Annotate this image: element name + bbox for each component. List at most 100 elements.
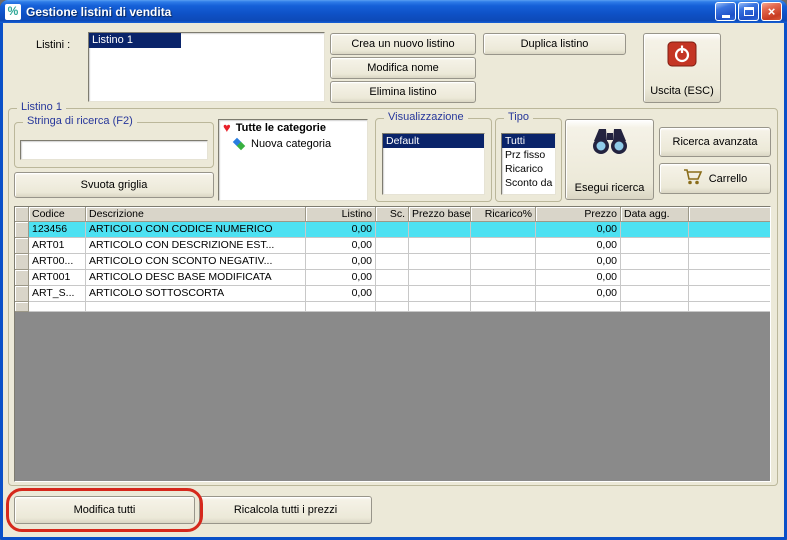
- cell-listino[interactable]: 0,00: [306, 222, 376, 238]
- cell-prezzo-base[interactable]: [409, 238, 471, 254]
- cell-sc[interactable]: [376, 222, 409, 238]
- heart-icon: ♥: [223, 120, 231, 135]
- column-header-ricarico[interactable]: Ricarico%: [471, 207, 536, 222]
- crea-nuovo-listino-button[interactable]: Crea un nuovo listino: [330, 33, 476, 55]
- cell-listino[interactable]: 0,00: [306, 286, 376, 302]
- grid-row[interactable]: ART00... ARTICOLO CON SCONTO NEGATIV... 0,…: [15, 254, 770, 270]
- column-header-sc[interactable]: Sc.: [376, 207, 409, 222]
- cell-ricarico[interactable]: [471, 222, 536, 238]
- cell-filler: [689, 302, 770, 312]
- list-item-ricarico[interactable]: Ricarico: [502, 162, 555, 176]
- cell-codice[interactable]: ART00...: [29, 254, 86, 270]
- cell-descrizione[interactable]: ARTICOLO CON SCONTO NEGATIV...: [86, 254, 306, 270]
- ricalcola-prezzi-button[interactable]: Ricalcola tutti i prezzi: [199, 496, 372, 524]
- cell-data-agg[interactable]: [621, 222, 689, 238]
- cell-sc[interactable]: [376, 238, 409, 254]
- column-header-prezzo-base[interactable]: Prezzo base: [409, 207, 471, 222]
- visualizzazione-listbox[interactable]: Default: [382, 133, 485, 195]
- cell-ricarico[interactable]: [471, 286, 536, 302]
- listini-listbox[interactable]: Listino 1: [88, 32, 325, 102]
- binoculars-icon: [590, 127, 630, 158]
- cell-prezzo-base[interactable]: [409, 286, 471, 302]
- carrello-label: Carrello: [708, 172, 748, 185]
- cell-prezzo[interactable]: 0,00: [536, 238, 621, 254]
- tipo-listbox[interactable]: TuttiPrz fissoRicaricoSconto da listin: [501, 133, 556, 195]
- cell-data-agg[interactable]: [621, 238, 689, 254]
- cell-prezzo[interactable]: 0,00: [536, 286, 621, 302]
- duplica-listino-button[interactable]: Duplica listino: [483, 33, 626, 55]
- column-header-data-agg[interactable]: Data agg.: [621, 207, 689, 222]
- row-header-cell[interactable]: [15, 286, 29, 302]
- cell-filler: [689, 238, 770, 254]
- cell-data-agg[interactable]: [621, 270, 689, 286]
- elimina-listino-button[interactable]: Elimina listino: [330, 81, 476, 103]
- column-header-codice[interactable]: Codice: [29, 207, 86, 222]
- categorie-tree[interactable]: ♥ Tutte le categorie Nuova categoria: [218, 119, 368, 201]
- cell-ricarico[interactable]: [471, 238, 536, 254]
- tree-item-label: Nuova categoria: [251, 138, 332, 150]
- tree-item-nuova-categoria[interactable]: Nuova categoria: [219, 136, 367, 152]
- row-header-cell[interactable]: [15, 222, 29, 238]
- cell-codice[interactable]: ART_S...: [29, 286, 86, 302]
- tree-item-tutte-le-categorie[interactable]: ♥ Tutte le categorie: [219, 120, 367, 136]
- column-header-listino[interactable]: Listino: [306, 207, 376, 222]
- cell-listino[interactable]: 0,00: [306, 238, 376, 254]
- cell-descrizione[interactable]: ARTICOLO CON CODICE NUMERICO: [86, 222, 306, 238]
- close-button[interactable]: ×: [761, 2, 782, 21]
- list-item-listino-1[interactable]: Listino 1: [89, 33, 181, 48]
- grid-empty-row: [15, 302, 770, 312]
- price-grid[interactable]: Codice Descrizione Listino Sc. Prezzo base Ri…: [14, 206, 771, 482]
- cell-prezzo-base[interactable]: [409, 222, 471, 238]
- maximize-button[interactable]: [738, 2, 759, 21]
- list-item-default[interactable]: Default: [383, 134, 484, 148]
- stringa-ricerca-title: Stringa di ricerca (F2): [23, 115, 137, 127]
- cell-codice[interactable]: 123456: [29, 222, 86, 238]
- cell-descrizione[interactable]: ARTICOLO SOTTOSCORTA: [86, 286, 306, 302]
- carrello-button[interactable]: Carrello: [659, 163, 771, 194]
- app-window: % Gestione listini di vendita × Listini …: [0, 0, 787, 540]
- list-item-sconto-da-listin[interactable]: Sconto da listin: [502, 176, 555, 190]
- cell-prezzo[interactable]: 0,00: [536, 254, 621, 270]
- cell-codice[interactable]: ART001: [29, 270, 86, 286]
- cell-sc[interactable]: [376, 254, 409, 270]
- cell-listino[interactable]: 0,00: [306, 270, 376, 286]
- modifica-nome-button[interactable]: Modifica nome: [330, 57, 476, 79]
- titlebar[interactable]: % Gestione listini di vendita ×: [0, 0, 787, 23]
- grid-row[interactable]: ART001 ARTICOLO DESC BASE MODIFICATA 0,00 0…: [15, 270, 770, 286]
- search-input[interactable]: [20, 140, 208, 160]
- uscita-button[interactable]: Uscita (ESC): [643, 33, 721, 103]
- cell-prezzo[interactable]: 0,00: [536, 222, 621, 238]
- cell-data-agg[interactable]: [621, 254, 689, 270]
- cell-prezzo-base[interactable]: [409, 270, 471, 286]
- cell-prezzo-base[interactable]: [409, 254, 471, 270]
- row-header-cell[interactable]: [15, 270, 29, 286]
- cell-listino[interactable]: 0,00: [306, 254, 376, 270]
- svuota-griglia-button[interactable]: Svuota griglia: [14, 172, 214, 198]
- esegui-ricerca-button[interactable]: Esegui ricerca: [565, 119, 654, 200]
- minimize-button[interactable]: [715, 2, 736, 21]
- cell-ricarico[interactable]: [471, 270, 536, 286]
- minimize-icon: [721, 14, 730, 18]
- column-header-descrizione[interactable]: Descrizione: [86, 207, 306, 222]
- cell-sc[interactable]: [376, 286, 409, 302]
- cell-data-agg[interactable]: [621, 286, 689, 302]
- list-item-prz-fisso[interactable]: Prz fisso: [502, 148, 555, 162]
- ricerca-avanzata-button[interactable]: Ricerca avanzata: [659, 127, 771, 157]
- modifica-tutti-button[interactable]: Modifica tutti: [14, 496, 195, 524]
- row-header-cell[interactable]: [15, 254, 29, 270]
- grid-row[interactable]: ART_S... ARTICOLO SOTTOSCORTA 0,00 0,00: [15, 286, 770, 302]
- cell-descrizione[interactable]: ARTICOLO DESC BASE MODIFICATA: [86, 270, 306, 286]
- cell-prezzo[interactable]: 0,00: [536, 270, 621, 286]
- row-header-cell[interactable]: [15, 238, 29, 254]
- empty-cell: [86, 302, 306, 312]
- cell-codice[interactable]: ART01: [29, 238, 86, 254]
- cell-sc[interactable]: [376, 270, 409, 286]
- cell-ricarico[interactable]: [471, 254, 536, 270]
- list-item-tutti[interactable]: Tutti: [502, 134, 555, 148]
- uscita-label: Uscita (ESC): [650, 85, 714, 97]
- column-header-prezzo[interactable]: Prezzo: [536, 207, 621, 222]
- grid-row[interactable]: ART01 ARTICOLO CON DESCRIZIONE EST... 0,00…: [15, 238, 770, 254]
- grid-row[interactable]: 123456 ARTICOLO CON CODICE NUMERICO 0,00 0,…: [15, 222, 770, 238]
- grid-header-filler: [689, 207, 770, 222]
- cell-descrizione[interactable]: ARTICOLO CON DESCRIZIONE EST...: [86, 238, 306, 254]
